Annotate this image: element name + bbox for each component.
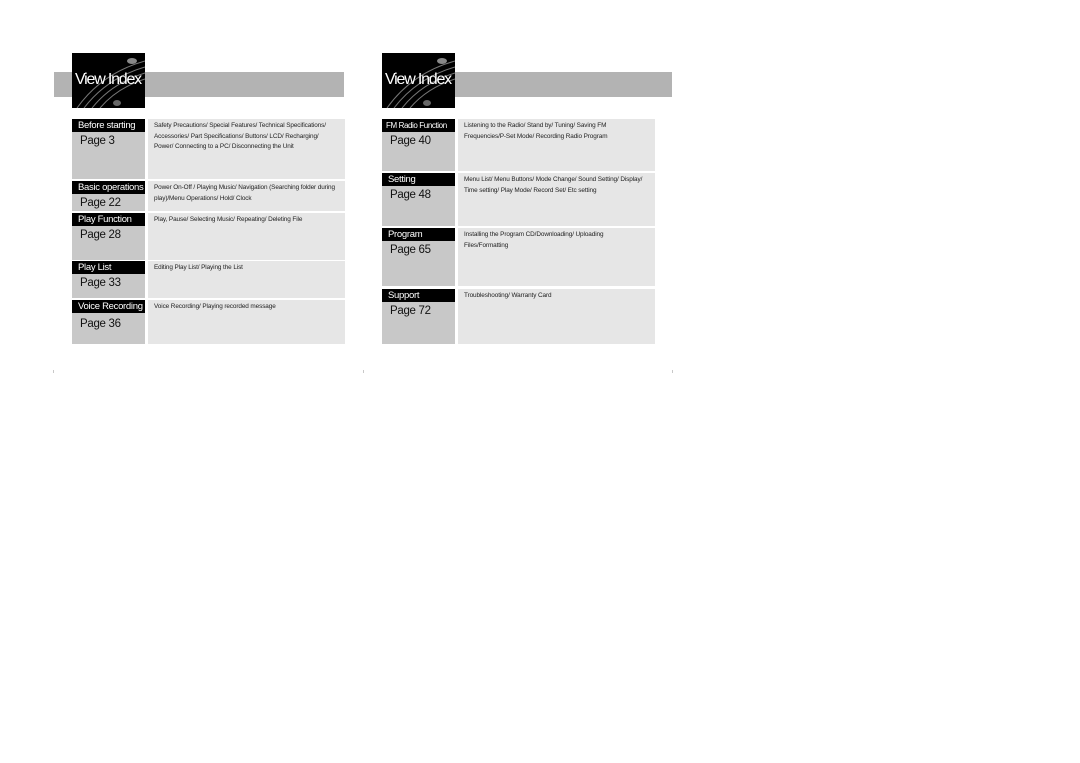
section-description: Troubleshooting/ Warranty Card <box>458 289 655 344</box>
view-index-logo: View Index <box>72 53 145 108</box>
section-title: Play Function <box>72 213 145 226</box>
section-description: Installing the Program CD/Downloading/ U… <box>458 228 655 286</box>
section-title: Play List <box>72 261 145 274</box>
section-description: Listening to the Radio/ Stand by/ Tuning… <box>458 119 655 171</box>
header-title: View Index <box>75 71 142 88</box>
section-title: FM Radio Function <box>382 119 455 132</box>
page-number[interactable]: Page 65 <box>382 244 455 256</box>
crop-mark <box>53 370 54 373</box>
page-number[interactable]: Page 48 <box>382 189 455 201</box>
page-number[interactable]: Page 28 <box>72 229 145 241</box>
page-number[interactable]: Page 3 <box>72 135 145 147</box>
section-description: Safety Precautions/ Special Features/ Te… <box>148 119 345 179</box>
section-title: Program <box>382 228 455 241</box>
page-number[interactable]: Page 40 <box>382 135 455 147</box>
page-number[interactable]: Page 33 <box>72 277 145 289</box>
section-description: Voice Recording/ Playing recorded messag… <box>148 300 345 344</box>
section-title: Setting <box>382 173 455 186</box>
page-number[interactable]: Page 72 <box>382 305 455 317</box>
crop-mark <box>363 370 364 373</box>
view-index-logo: View Index <box>382 53 455 108</box>
page-number[interactable]: Page 36 <box>72 318 145 330</box>
page-number[interactable]: Page 22 <box>72 197 145 209</box>
section-description: Power On-Off / Playing Music/ Navigation… <box>148 181 345 211</box>
section-title: Support <box>382 289 455 302</box>
crop-mark <box>672 370 673 373</box>
section-title: Before starting <box>72 119 145 132</box>
section-title: Voice Recording <box>72 300 145 313</box>
section-description: Menu List/ Menu Buttons/ Mode Change/ So… <box>458 173 655 226</box>
section-description: Play, Pause/ Selecting Music/ Repeating/… <box>148 213 345 260</box>
section-title: Basic operations <box>72 181 145 194</box>
section-description: Editing Play List/ Playing the List <box>148 261 345 298</box>
header-title: View Index <box>385 71 452 88</box>
